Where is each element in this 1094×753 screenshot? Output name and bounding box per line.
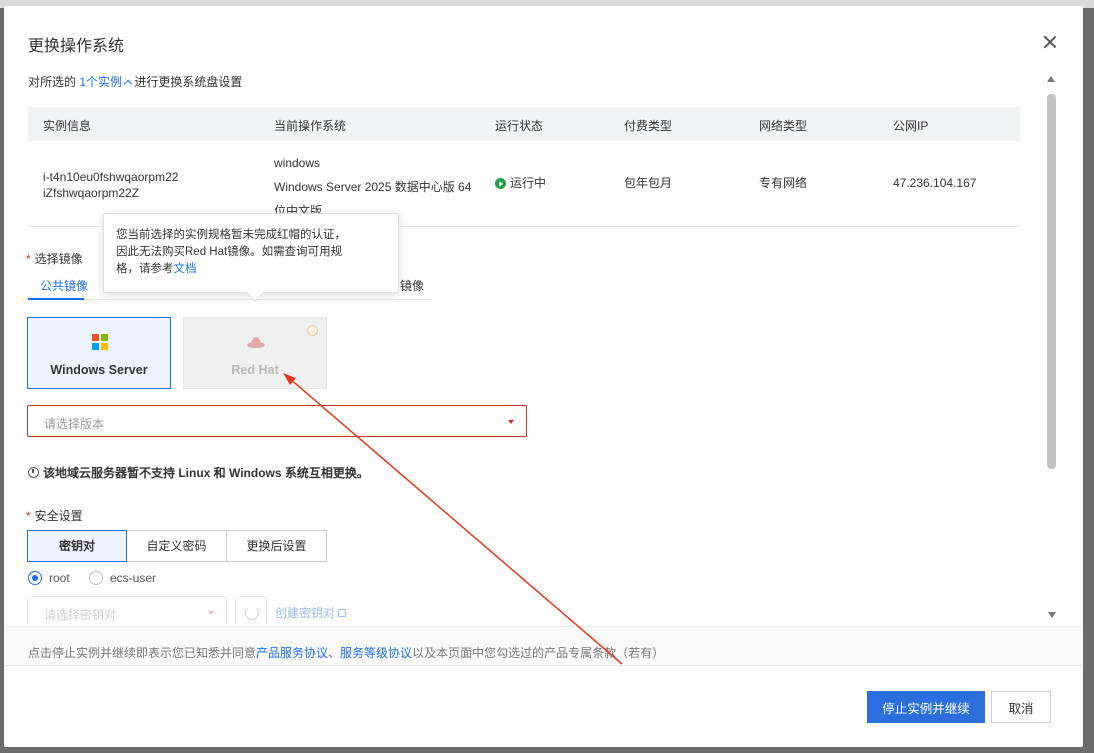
image-card-windows-server[interactable]: Windows Server: [27, 317, 171, 389]
instance-table: 实例信息 当前操作系统 运行状态 付费类型 网络类型 公网IP i-t4n10e…: [28, 107, 1020, 227]
dialog-title: 更换操作系统: [28, 38, 125, 55]
tab-public-image[interactable]: 公共镜像: [40, 277, 88, 294]
os-switch-warning: 该地域云服务器暂不支持 Linux 和 Windows 系统互相更换。: [28, 464, 369, 481]
refresh-icon[interactable]: [235, 596, 267, 624]
restricted-badge-icon: [307, 325, 318, 336]
seg-keypair[interactable]: 密钥对: [27, 530, 127, 562]
stop-and-continue-button[interactable]: 停止实例并继续: [867, 691, 985, 723]
agreement-bar: 点击停止实例并继续即表示您已知悉并同意产品服务协议、服务等级协议以及本页面中您勾…: [4, 626, 1083, 666]
billing-cell: 包年包月: [624, 176, 673, 190]
network-cell: 专有网络: [759, 176, 808, 190]
windows-logo-icon: [92, 334, 108, 350]
col-network: 网络类型: [759, 119, 808, 133]
red-hat-tooltip: 您当前选择的实例规格暂未完成红帽的认证， 因此无法购买Red Hat镜像。如需查…: [103, 213, 399, 302]
active-tab-indicator: [28, 298, 84, 300]
public-ip-cell: 47.236.104.167: [893, 176, 977, 190]
image-section-label: * 选择镜像: [26, 252, 83, 266]
tooltip-doc-link[interactable]: 文档: [174, 263, 197, 275]
instances-toggle-link[interactable]: 1个实例: [79, 75, 133, 89]
security-section-label: * 安全设置: [26, 509, 83, 523]
instance-id: i-t4n10eu0fshwqaorpm22: [43, 170, 179, 184]
image-card-label: Windows Server: [50, 363, 148, 377]
instance-info-cell: i-t4n10eu0fshwqaorpm22 iZfshwqaorpm22Z: [43, 169, 178, 201]
close-icon[interactable]: [1040, 32, 1060, 52]
scroll-up-icon[interactable]: [1047, 76, 1055, 82]
red-hat-logo-icon: [247, 337, 265, 348]
image-card-red-hat[interactable]: Red Hat: [183, 317, 327, 389]
col-instance-info: 实例信息: [43, 119, 92, 133]
chevron-up-icon: [123, 79, 133, 89]
instance-name: iZfshwqaorpm22Z: [43, 186, 140, 200]
table-header: 实例信息 当前操作系统 运行状态 付费类型 网络类型 公网IP: [28, 107, 1020, 141]
seg-set-later[interactable]: 更换后设置: [226, 530, 327, 562]
status-text: 运行中: [510, 176, 547, 190]
seg-custom-password[interactable]: 自定义密码: [126, 530, 227, 562]
os-name: windows: [274, 156, 321, 170]
version-select[interactable]: 请选择版本: [27, 405, 527, 437]
radio-ecs-user[interactable]: ecs-user: [89, 570, 156, 585]
vertical-scrollbar[interactable]: [1047, 76, 1057, 618]
dialog-body: 对所选的 1个实例 进行更换系统盘设置 实例信息 当前操作系统 运行状态 付费类…: [4, 64, 1083, 624]
service-agreement-link[interactable]: 产品服务协议: [256, 646, 328, 660]
create-keypair-link[interactable]: 创建密钥对: [275, 604, 347, 621]
keypair-select[interactable]: 请选择密钥对: [27, 596, 227, 624]
change-os-dialog: 更换操作系统 对所选的 1个实例 进行更换系统盘设置 实例信息 当前操作系统 运…: [4, 6, 1083, 747]
info-icon: [28, 467, 39, 478]
selection-summary: 对所选的 1个实例 进行更换系统盘设置: [28, 75, 243, 89]
running-status-icon: [495, 178, 506, 189]
sla-link[interactable]: 服务等级协议: [340, 646, 412, 660]
cancel-button[interactable]: 取消: [991, 691, 1051, 723]
status-cell: 运行中: [495, 175, 546, 191]
col-status: 运行状态: [495, 119, 544, 133]
col-public-ip: 公网IP: [893, 119, 929, 133]
col-billing: 付费类型: [624, 119, 673, 133]
caret-down-icon: [508, 420, 514, 424]
os-desc-line1: Windows Server 2025 数据中心版 64: [274, 180, 472, 194]
caret-down-icon: [208, 611, 214, 615]
version-select-placeholder: 请选择版本: [44, 417, 105, 431]
agreement-text: 点击停止实例并继续即表示您已知悉并同意产品服务协议、服务等级协议以及本页面中您勾…: [28, 646, 665, 660]
scroll-down-icon[interactable]: [1048, 612, 1056, 618]
external-link-icon: [338, 609, 347, 617]
radio-root[interactable]: root: [28, 570, 70, 585]
col-current-os: 当前操作系统: [274, 119, 347, 133]
tab-other-image[interactable]: 镜像: [400, 277, 424, 294]
scroll-thumb[interactable]: [1047, 94, 1056, 469]
image-card-label: Red Hat: [231, 363, 279, 377]
